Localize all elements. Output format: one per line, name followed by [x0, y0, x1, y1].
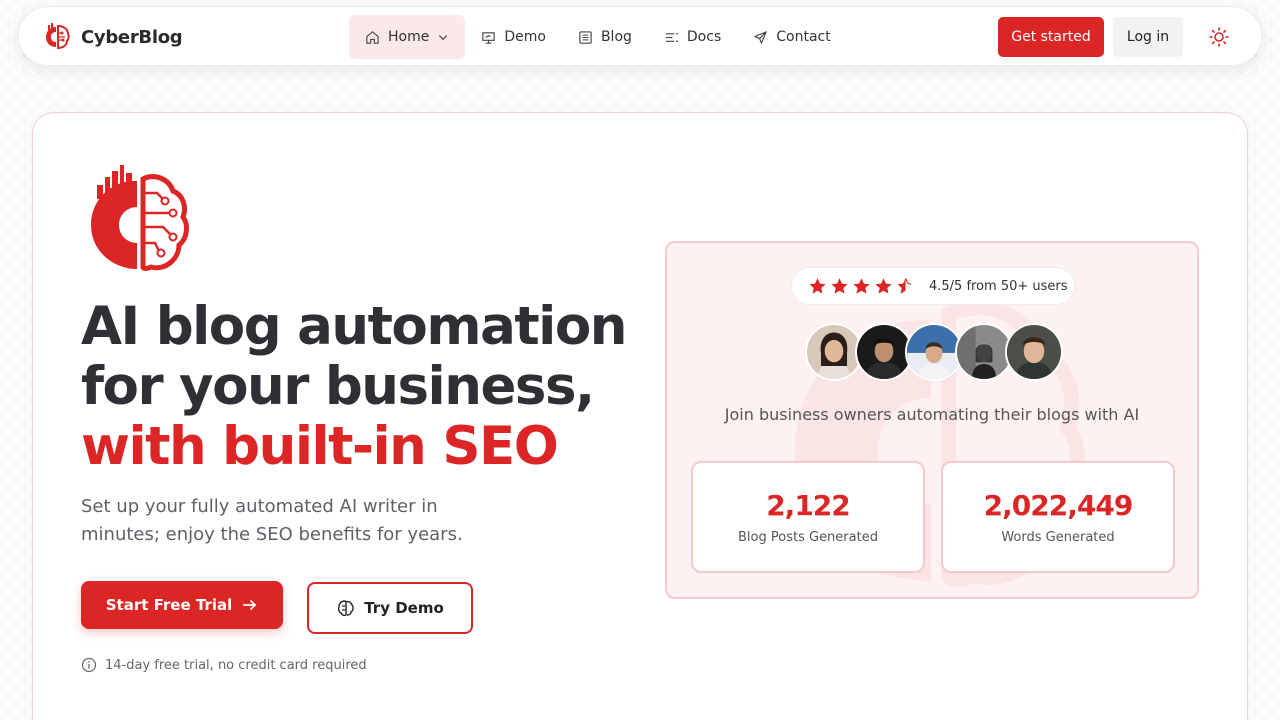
- navbar: CyberBlog Home Demo Blog Docs Contact Ge…: [18, 6, 1262, 66]
- send-icon: [754, 30, 767, 44]
- article-icon: [579, 30, 592, 44]
- nav-label-home: Home: [388, 29, 430, 45]
- stat-value: 2,122: [766, 489, 851, 522]
- cyberblog-hero-logo: [91, 165, 189, 271]
- trial-note: 14-day free trial, no credit card requir…: [81, 657, 367, 673]
- sun-icon[interactable]: [1207, 25, 1231, 49]
- nav-label-blog: Blog: [600, 29, 632, 45]
- start-free-trial-label: Start Free Trial: [105, 596, 233, 614]
- stat-value: 2,022,449: [983, 489, 1134, 522]
- stat-label: Blog Posts Generated: [738, 530, 878, 545]
- avatar: [1005, 323, 1063, 381]
- headline-line-1: AI blog automation: [81, 296, 627, 357]
- trial-note-text: 14-day free trial, no credit card requir…: [105, 657, 367, 673]
- headline-accent: with built-in SEO: [81, 416, 559, 477]
- star-icon: [809, 277, 826, 294]
- nav-label-docs: Docs: [686, 29, 722, 45]
- login-button[interactable]: Log in: [1113, 17, 1183, 57]
- nav-item-home[interactable]: Home: [349, 15, 466, 59]
- cyberblog-logo-icon: [46, 23, 70, 50]
- nav-item-contact[interactable]: Contact: [737, 15, 846, 59]
- info-icon: [81, 657, 97, 673]
- social-proof-panel: 4.5/5 from 50+ users Join business owner…: [665, 241, 1199, 599]
- star-half-icon: [897, 277, 912, 294]
- stat-card-blog-posts: 2,122 Blog Posts Generated: [691, 461, 925, 573]
- list-icon: [665, 32, 678, 42]
- nav-item-docs[interactable]: Docs: [648, 15, 737, 59]
- chevron-down-icon: [439, 35, 448, 41]
- star-icon: [875, 277, 892, 294]
- start-free-trial-button[interactable]: Start Free Trial: [81, 581, 283, 629]
- brand-name: CyberBlog: [81, 26, 183, 48]
- hero-section: AI blog automation for your business, wi…: [32, 112, 1248, 720]
- star-icon: [853, 277, 870, 294]
- presentation-icon: [482, 31, 496, 44]
- star-icon: [831, 277, 848, 294]
- rating-text: 4.5/5 from 50+ users: [929, 278, 1068, 294]
- nav-item-blog[interactable]: Blog: [562, 15, 648, 59]
- join-text: Join business owners automating their bl…: [724, 405, 1140, 424]
- arrow-right-icon: [243, 600, 257, 610]
- get-started-button[interactable]: Get started: [998, 17, 1104, 57]
- main-nav: Home Demo Blog Docs Contact: [349, 15, 847, 59]
- stat-card-words: 2,022,449 Words Generated: [941, 461, 1175, 573]
- hero-subtext: Set up your fully automated AI writer in…: [81, 496, 463, 545]
- brain-icon: [338, 600, 355, 617]
- hero-headline: AI blog automation for your business, wi…: [81, 297, 641, 477]
- nav-label-contact: Contact: [776, 29, 831, 45]
- try-demo-button[interactable]: Try Demo: [307, 582, 473, 634]
- rating-stars: [808, 277, 915, 296]
- home-icon: [366, 30, 379, 44]
- user-avatars: [805, 323, 1063, 381]
- headline-line-2: for your business,: [81, 356, 595, 417]
- try-demo-label: Try Demo: [364, 599, 444, 617]
- nav-label-demo: Demo: [504, 29, 546, 45]
- rating-badge: 4.5/5 from 50+ users: [791, 267, 1075, 305]
- nav-item-demo[interactable]: Demo: [465, 15, 562, 59]
- stat-label: Words Generated: [1001, 530, 1115, 545]
- brand-link[interactable]: CyberBlog: [41, 21, 183, 53]
